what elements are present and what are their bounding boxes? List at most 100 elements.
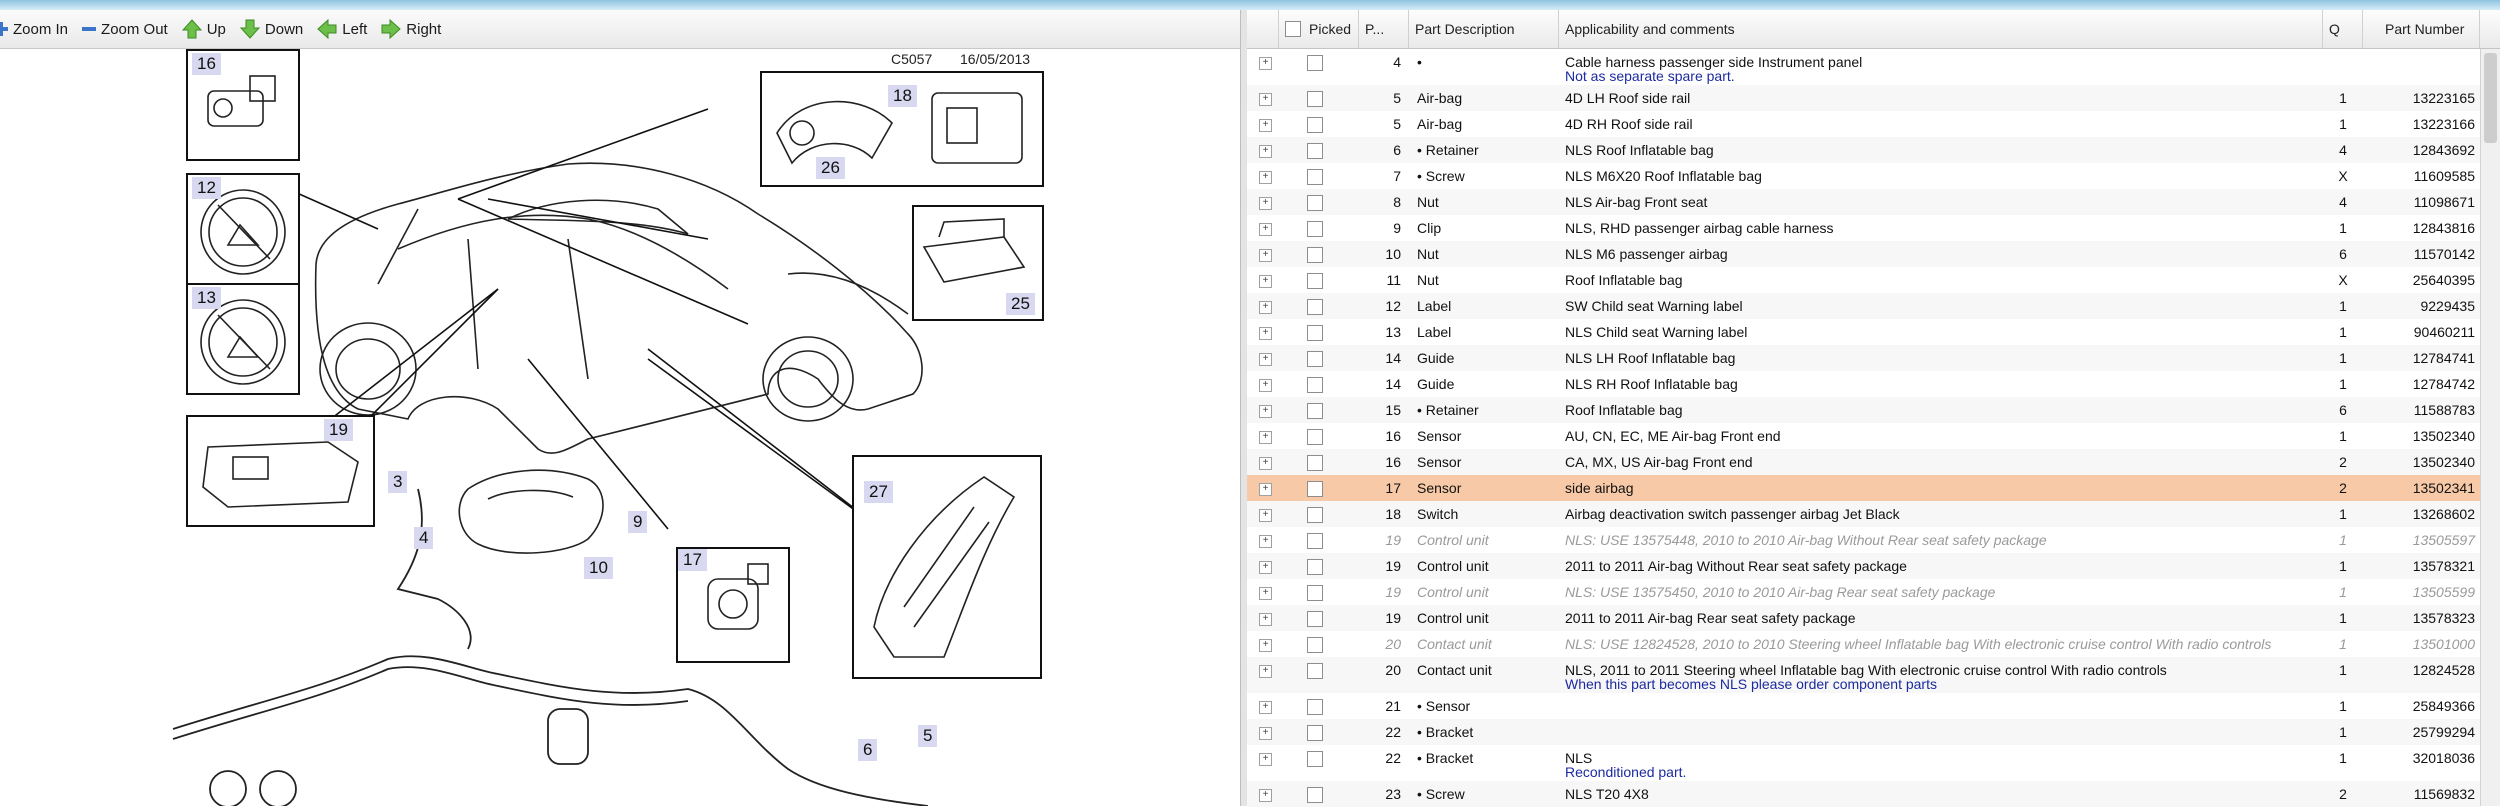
table-row[interactable]: +16 Sensor CA, MX, US Air-bag Front end 2 13… bbox=[1247, 449, 2480, 475]
table-row[interactable]: +20 Contact unit NLS: USE 12824528, 2010 t… bbox=[1247, 631, 2480, 657]
row-expand-icon[interactable]: + bbox=[1259, 145, 1272, 158]
table-row[interactable]: +19 Control unit NLS: USE 13575450, 2010 t… bbox=[1247, 579, 2480, 605]
picked-checkbox[interactable] bbox=[1307, 559, 1323, 575]
row-expand-icon[interactable]: + bbox=[1259, 535, 1272, 548]
table-row[interactable]: +12 Label SW Child seat Warning label 1 9229… bbox=[1247, 293, 2480, 319]
vertical-scrollbar[interactable] bbox=[2480, 49, 2500, 806]
row-expand-icon[interactable]: + bbox=[1259, 93, 1272, 106]
row-expand-icon[interactable]: + bbox=[1259, 587, 1272, 600]
row-expand-icon[interactable]: + bbox=[1259, 197, 1272, 210]
row-expand-icon[interactable]: + bbox=[1259, 353, 1272, 366]
table-row[interactable]: +18 Switch Airbag deactivation switch pass… bbox=[1247, 501, 2480, 527]
callout-9[interactable]: 9 bbox=[628, 511, 648, 533]
picked-checkbox[interactable] bbox=[1307, 247, 1323, 263]
picked-checkbox[interactable] bbox=[1307, 751, 1323, 767]
row-expand-icon[interactable]: + bbox=[1259, 727, 1272, 740]
zoom-in-button[interactable]: Zoom In bbox=[0, 21, 68, 38]
row-expand-icon[interactable]: + bbox=[1259, 223, 1272, 236]
picked-checkbox[interactable] bbox=[1307, 143, 1323, 159]
callout-27[interactable]: 27 bbox=[864, 481, 893, 503]
row-expand-icon[interactable]: + bbox=[1259, 457, 1272, 470]
table-row[interactable]: +10 Nut NLS M6 passenger airbag 6 11570142 bbox=[1247, 241, 2480, 267]
table-row[interactable]: +9 Clip NLS, RHD passenger airbag cable ha… bbox=[1247, 215, 2480, 241]
row-expand-icon[interactable]: + bbox=[1259, 753, 1272, 766]
table-row[interactable]: +22 • Bracket 1 25799294 bbox=[1247, 719, 2480, 745]
callout-4[interactable]: 4 bbox=[414, 527, 434, 549]
row-expand-icon[interactable]: + bbox=[1259, 57, 1272, 70]
col-applicability-header[interactable]: Applicability and comments bbox=[1559, 10, 2323, 48]
table-row[interactable]: +23 • Screw NLS T20 4X8 2 11569832 bbox=[1247, 781, 2480, 807]
callout-26[interactable]: 26 bbox=[816, 157, 845, 179]
callout-25[interactable]: 25 bbox=[1006, 293, 1035, 315]
picked-checkbox[interactable] bbox=[1307, 325, 1323, 341]
table-row[interactable]: +11 Nut Roof Inflatable bag X 25640395 bbox=[1247, 267, 2480, 293]
picked-checkbox[interactable] bbox=[1307, 351, 1323, 367]
scrollbar-thumb[interactable] bbox=[2484, 53, 2497, 143]
picked-checkbox[interactable] bbox=[1307, 637, 1323, 653]
row-expand-icon[interactable]: + bbox=[1259, 171, 1272, 184]
picked-checkbox[interactable] bbox=[1307, 273, 1323, 289]
row-expand-icon[interactable]: + bbox=[1259, 119, 1272, 132]
col-pos-header[interactable]: P... bbox=[1359, 10, 1409, 48]
callout-6[interactable]: 6 bbox=[858, 739, 878, 761]
up-button[interactable]: Up bbox=[181, 19, 226, 39]
table-row[interactable]: +8 Nut NLS Air-bag Front seat 4 11098671 bbox=[1247, 189, 2480, 215]
callout-13[interactable]: 13 bbox=[192, 287, 221, 309]
table-row[interactable]: +22 • Bracket NLS Reconditioned part. 1 32018… bbox=[1247, 745, 2480, 781]
row-expand-icon[interactable]: + bbox=[1259, 249, 1272, 262]
callout-17[interactable]: 17 bbox=[678, 549, 707, 571]
table-row[interactable]: +14 Guide NLS LH Roof Inflatable bag 1 12784… bbox=[1247, 345, 2480, 371]
picked-checkbox[interactable] bbox=[1307, 787, 1323, 803]
picked-checkbox[interactable] bbox=[1307, 455, 1323, 471]
row-expand-icon[interactable]: + bbox=[1259, 405, 1272, 418]
table-row[interactable]: +19 Control unit NLS: USE 13575448, 2010 t… bbox=[1247, 527, 2480, 553]
picked-checkbox[interactable] bbox=[1307, 663, 1323, 679]
picked-checkbox[interactable] bbox=[1307, 429, 1323, 445]
table-row[interactable]: +5 Air-bag 4D LH Roof side rail 1 13223165 bbox=[1247, 85, 2480, 111]
row-expand-icon[interactable]: + bbox=[1259, 701, 1272, 714]
callout-12[interactable]: 12 bbox=[192, 177, 221, 199]
picked-checkbox[interactable] bbox=[1307, 403, 1323, 419]
picked-checkbox[interactable] bbox=[1307, 221, 1323, 237]
picked-checkbox[interactable] bbox=[1307, 55, 1323, 71]
row-expand-icon[interactable]: + bbox=[1259, 431, 1272, 444]
table-row[interactable]: +6 • Retainer NLS Roof Inflatable bag 4 1284… bbox=[1247, 137, 2480, 163]
right-button[interactable]: Right bbox=[381, 19, 441, 39]
table-row[interactable]: +13 Label NLS Child seat Warning label 1 904… bbox=[1247, 319, 2480, 345]
row-expand-icon[interactable]: + bbox=[1259, 613, 1272, 626]
callout-5[interactable]: 5 bbox=[918, 725, 938, 747]
callout-18[interactable]: 18 bbox=[888, 85, 917, 107]
row-expand-icon[interactable]: + bbox=[1259, 789, 1272, 802]
callout-10[interactable]: 10 bbox=[584, 557, 613, 579]
table-row[interactable]: +21 • Sensor 1 25849366 bbox=[1247, 693, 2480, 719]
table-row[interactable]: +20 Contact unit NLS, 2011 to 2011 Steerin… bbox=[1247, 657, 2480, 693]
picked-checkbox[interactable] bbox=[1307, 585, 1323, 601]
diagram-canvas[interactable]: C5057 16/05/2013 16 18 26 12 13 25 19 3 … bbox=[0, 49, 1240, 806]
picked-checkbox[interactable] bbox=[1307, 533, 1323, 549]
picked-all-checkbox[interactable] bbox=[1285, 21, 1301, 37]
picked-checkbox[interactable] bbox=[1307, 611, 1323, 627]
picked-checkbox[interactable] bbox=[1307, 481, 1323, 497]
picked-checkbox[interactable] bbox=[1307, 377, 1323, 393]
picked-checkbox[interactable] bbox=[1307, 195, 1323, 211]
picked-checkbox[interactable] bbox=[1307, 725, 1323, 741]
row-expand-icon[interactable]: + bbox=[1259, 301, 1272, 314]
picked-checkbox[interactable] bbox=[1307, 299, 1323, 315]
row-expand-icon[interactable]: + bbox=[1259, 639, 1272, 652]
picked-checkbox[interactable] bbox=[1307, 699, 1323, 715]
table-row[interactable]: +14 Guide NLS RH Roof Inflatable bag 1 12784… bbox=[1247, 371, 2480, 397]
row-expand-icon[interactable]: + bbox=[1259, 275, 1272, 288]
table-row[interactable]: +17 Sensor side airbag 2 13502341 bbox=[1247, 475, 2480, 501]
table-row[interactable]: +4 • Cable harness passenger side Instrume… bbox=[1247, 49, 2480, 85]
col-description-header[interactable]: Part Description bbox=[1409, 10, 1559, 48]
row-expand-icon[interactable]: + bbox=[1259, 327, 1272, 340]
table-row[interactable]: +15 • Retainer Roof Inflatable bag 6 1158878… bbox=[1247, 397, 2480, 423]
table-row[interactable]: +19 Control unit 2011 to 2011 Air-bag Rear… bbox=[1247, 605, 2480, 631]
callout-19[interactable]: 19 bbox=[324, 419, 353, 441]
callout-16[interactable]: 16 bbox=[192, 53, 221, 75]
row-expand-icon[interactable]: + bbox=[1259, 483, 1272, 496]
row-expand-icon[interactable]: + bbox=[1259, 509, 1272, 522]
left-button[interactable]: Left bbox=[317, 19, 367, 39]
picked-checkbox[interactable] bbox=[1307, 169, 1323, 185]
col-picked-header[interactable]: Picked bbox=[1279, 10, 1359, 48]
